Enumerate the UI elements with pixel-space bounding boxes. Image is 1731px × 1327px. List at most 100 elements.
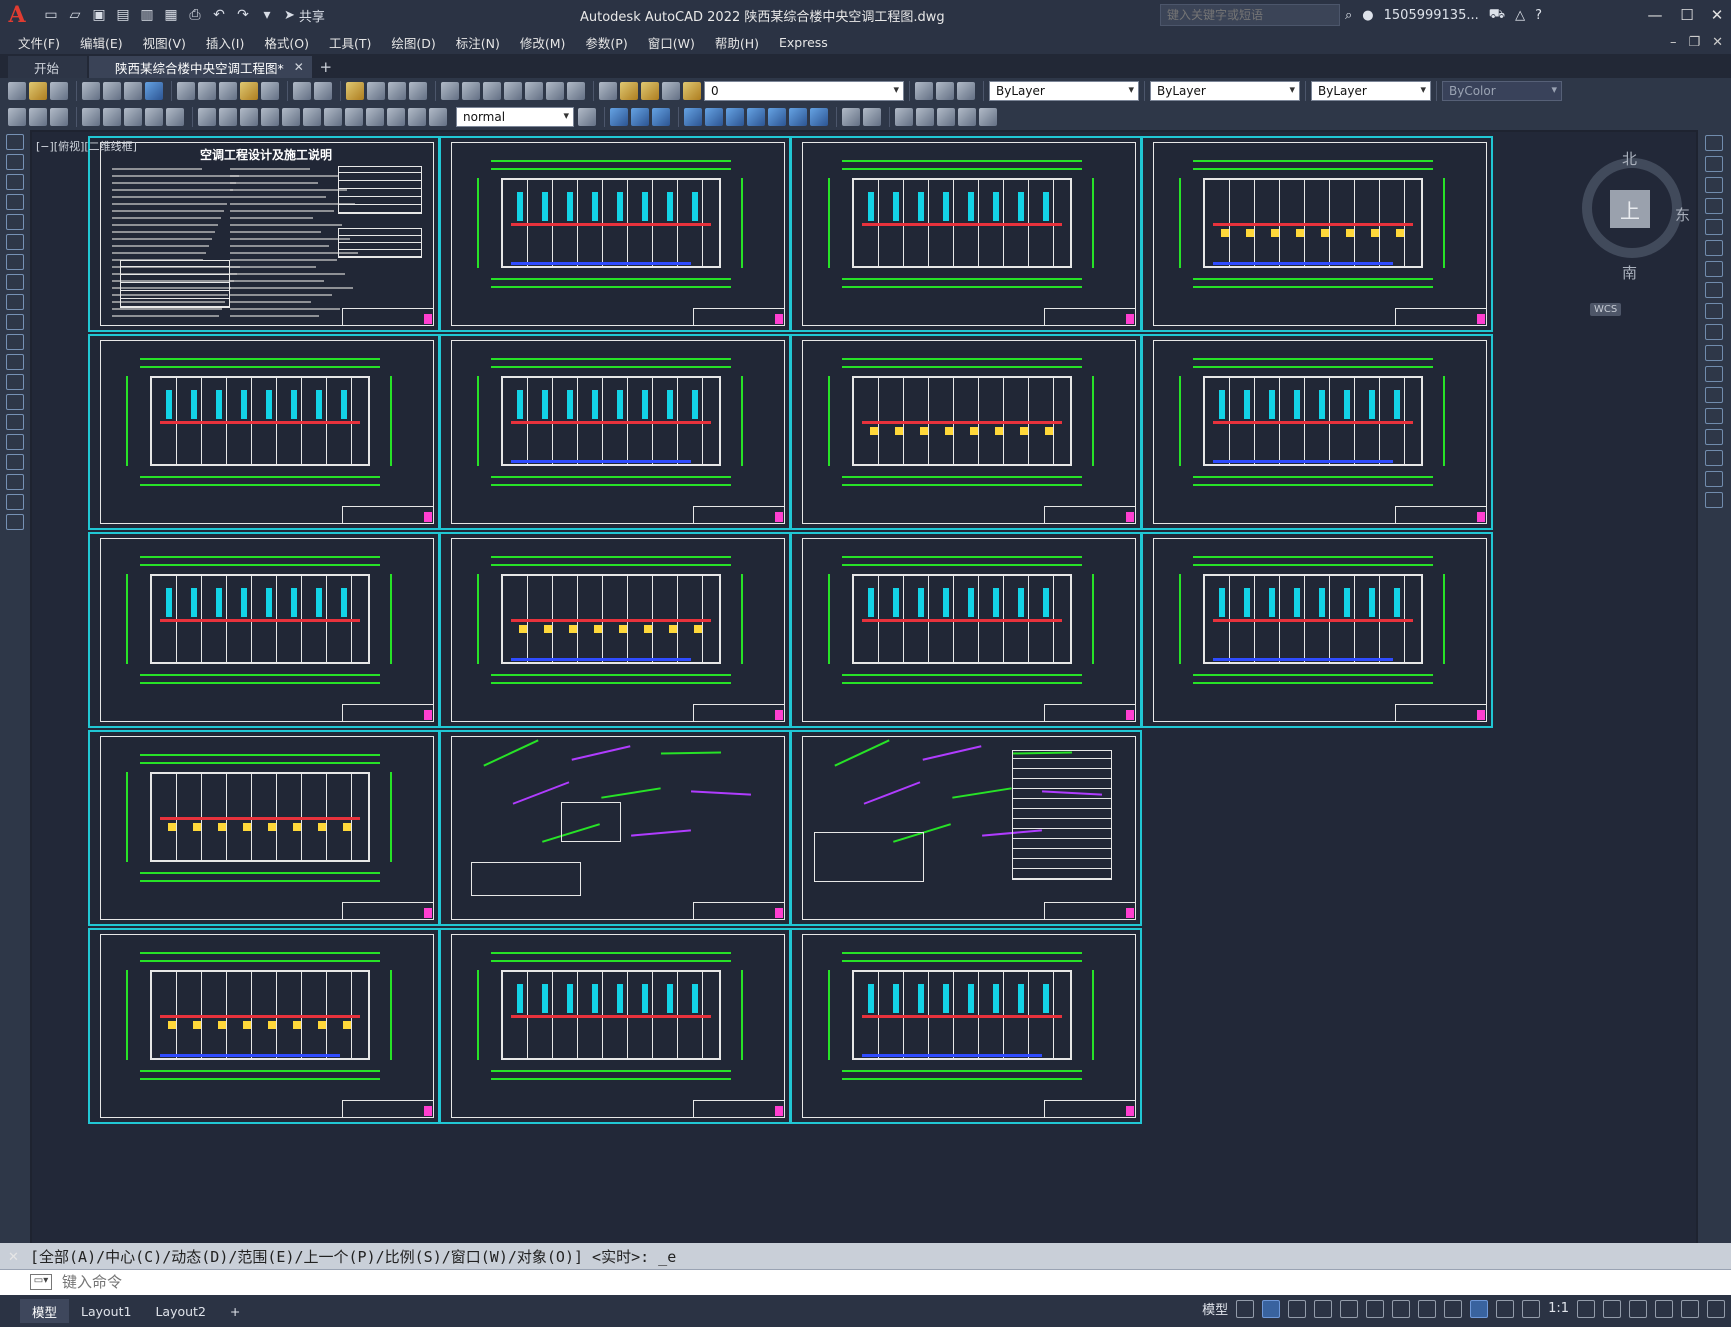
compass-north[interactable]: 北 xyxy=(1622,148,1637,169)
layer-freeze-icon[interactable] xyxy=(641,82,659,100)
model-space-canvas[interactable]: 空调工程设计及施工说明 xyxy=(32,132,1696,1250)
annotation-visibility-icon[interactable] xyxy=(1470,1299,1489,1318)
drawing-sheet[interactable] xyxy=(88,532,440,728)
menu-edit[interactable]: 编辑(E) xyxy=(70,33,133,52)
multiline-text-icon[interactable] xyxy=(6,494,24,510)
menu-window[interactable]: 窗口(W) xyxy=(638,33,705,52)
hatch-icon[interactable] xyxy=(6,414,24,430)
drawing-sheet[interactable] xyxy=(790,730,1142,926)
ucs-world-icon[interactable] xyxy=(705,108,723,126)
menu-modify[interactable]: 修改(M) xyxy=(510,33,576,52)
clean-screen-icon[interactable] xyxy=(1681,1299,1699,1318)
dim-angular-icon[interactable] xyxy=(166,108,184,126)
cut-icon[interactable] xyxy=(177,82,195,100)
design-center-icon[interactable] xyxy=(462,82,480,100)
view-top-icon[interactable] xyxy=(631,108,649,126)
dim-arc-icon[interactable] xyxy=(50,108,68,126)
ellipse-icon[interactable] xyxy=(6,314,24,330)
minimize-icon[interactable]: — xyxy=(1640,2,1670,28)
open-file-icon[interactable]: ▱ xyxy=(64,4,86,26)
search-icon[interactable]: ⌕ xyxy=(1345,8,1352,23)
drawing-sheet[interactable] xyxy=(1141,136,1493,332)
insert-block-icon[interactable] xyxy=(6,354,24,370)
region-icon[interactable] xyxy=(6,454,24,470)
gradient-icon[interactable] xyxy=(6,434,24,450)
tab-layout2[interactable]: Layout2 xyxy=(143,1299,217,1323)
layer-state-icon[interactable] xyxy=(957,82,975,100)
user-account[interactable]: 1505999135... xyxy=(1384,8,1479,23)
layer-properties-icon[interactable] xyxy=(599,82,617,100)
customize-qat-icon[interactable]: ▾ xyxy=(256,4,278,26)
zoom-previous-icon[interactable] xyxy=(409,82,427,100)
tolerance-icon[interactable] xyxy=(303,108,321,126)
viewport-controls[interactable]: [−][俯视][二维线框] xyxy=(36,138,137,154)
dim-continue-icon[interactable] xyxy=(240,108,258,126)
inspect-icon[interactable] xyxy=(345,108,363,126)
match-properties-icon[interactable] xyxy=(240,82,258,100)
ortho-icon[interactable] xyxy=(1288,1299,1307,1318)
new-file-icon[interactable]: ▭ xyxy=(40,4,62,26)
viewport-scale-icon[interactable] xyxy=(979,108,997,126)
new-tab-button[interactable]: + xyxy=(314,56,338,78)
model-space-label[interactable]: 模型 xyxy=(1202,1299,1228,1318)
transparency-icon[interactable] xyxy=(1444,1299,1463,1318)
qsave-icon[interactable] xyxy=(50,82,68,100)
break-at-point-icon[interactable] xyxy=(1705,366,1723,382)
point-icon[interactable] xyxy=(6,394,24,410)
rectangle-icon[interactable] xyxy=(6,214,24,230)
dim-edit-icon[interactable] xyxy=(387,108,405,126)
line-icon[interactable] xyxy=(6,134,24,150)
menu-dimension[interactable]: 标注(N) xyxy=(446,33,510,52)
spline-icon[interactable] xyxy=(6,294,24,310)
extend-icon[interactable] xyxy=(1705,345,1723,361)
zoom-window-icon[interactable] xyxy=(388,82,406,100)
dim-radius-icon[interactable] xyxy=(103,108,121,126)
drawing-sheet[interactable] xyxy=(790,532,1142,728)
add-icon[interactable] xyxy=(1603,1299,1621,1318)
viewcube-top-face[interactable]: 上 xyxy=(1610,190,1650,228)
compass-south[interactable]: 南 xyxy=(1622,262,1637,283)
open-web-icon[interactable]: ▥ xyxy=(136,4,158,26)
revision-cloud-icon[interactable] xyxy=(6,274,24,290)
dim-diameter-icon[interactable] xyxy=(145,108,163,126)
undo-icon[interactable]: ↶ xyxy=(208,4,230,26)
menu-format[interactable]: 格式(O) xyxy=(254,33,319,52)
isodraft-icon[interactable] xyxy=(1340,1299,1359,1318)
dim-baseline-icon[interactable] xyxy=(219,108,237,126)
rotate-icon[interactable] xyxy=(1705,261,1723,277)
erase-icon[interactable] xyxy=(1705,135,1723,151)
grid-icon[interactable] xyxy=(1236,1299,1255,1318)
tool-palettes-icon[interactable] xyxy=(483,82,501,100)
open-icon[interactable] xyxy=(29,82,47,100)
dim-text-edit-icon[interactable] xyxy=(408,108,426,126)
jogged-linear-icon[interactable] xyxy=(366,108,384,126)
copy-icon[interactable] xyxy=(198,82,216,100)
search-input[interactable] xyxy=(1160,4,1340,26)
save-web-icon[interactable]: ▦ xyxy=(160,4,182,26)
ucs-view-icon[interactable] xyxy=(789,108,807,126)
trim-icon[interactable] xyxy=(1705,324,1723,340)
add-selected-icon[interactable] xyxy=(6,514,24,530)
wcs-menu[interactable]: WCS xyxy=(1590,303,1622,316)
3d-print-icon[interactable] xyxy=(145,82,163,100)
dim-style-icon[interactable] xyxy=(578,108,596,126)
stretch-icon[interactable] xyxy=(1705,303,1723,319)
drawing-sheet[interactable] xyxy=(88,730,440,926)
close-icon[interactable]: ✕ xyxy=(1702,2,1731,28)
properties-icon[interactable] xyxy=(441,82,459,100)
dim-update-icon[interactable] xyxy=(429,108,447,126)
doc-close-icon[interactable]: ✕ xyxy=(1712,35,1723,50)
color-select[interactable]: ByLayer xyxy=(989,81,1139,101)
circle-icon[interactable] xyxy=(6,254,24,270)
ucs-previous-icon[interactable] xyxy=(726,108,744,126)
menu-file[interactable]: 文件(F) xyxy=(8,33,70,52)
drawing-sheet[interactable]: 空调工程设计及施工说明 xyxy=(88,136,440,332)
print-icon[interactable] xyxy=(82,82,100,100)
save-as-icon[interactable]: ▤ xyxy=(112,4,134,26)
viewport-polygon-icon[interactable] xyxy=(916,108,934,126)
annotation-scale-icon[interactable] xyxy=(1522,1299,1541,1318)
object-snap-tracking-icon[interactable] xyxy=(1366,1299,1385,1318)
qnew-icon[interactable] xyxy=(8,82,26,100)
compass-east[interactable]: 东 xyxy=(1675,204,1690,225)
drawing-sheet[interactable] xyxy=(439,532,791,728)
